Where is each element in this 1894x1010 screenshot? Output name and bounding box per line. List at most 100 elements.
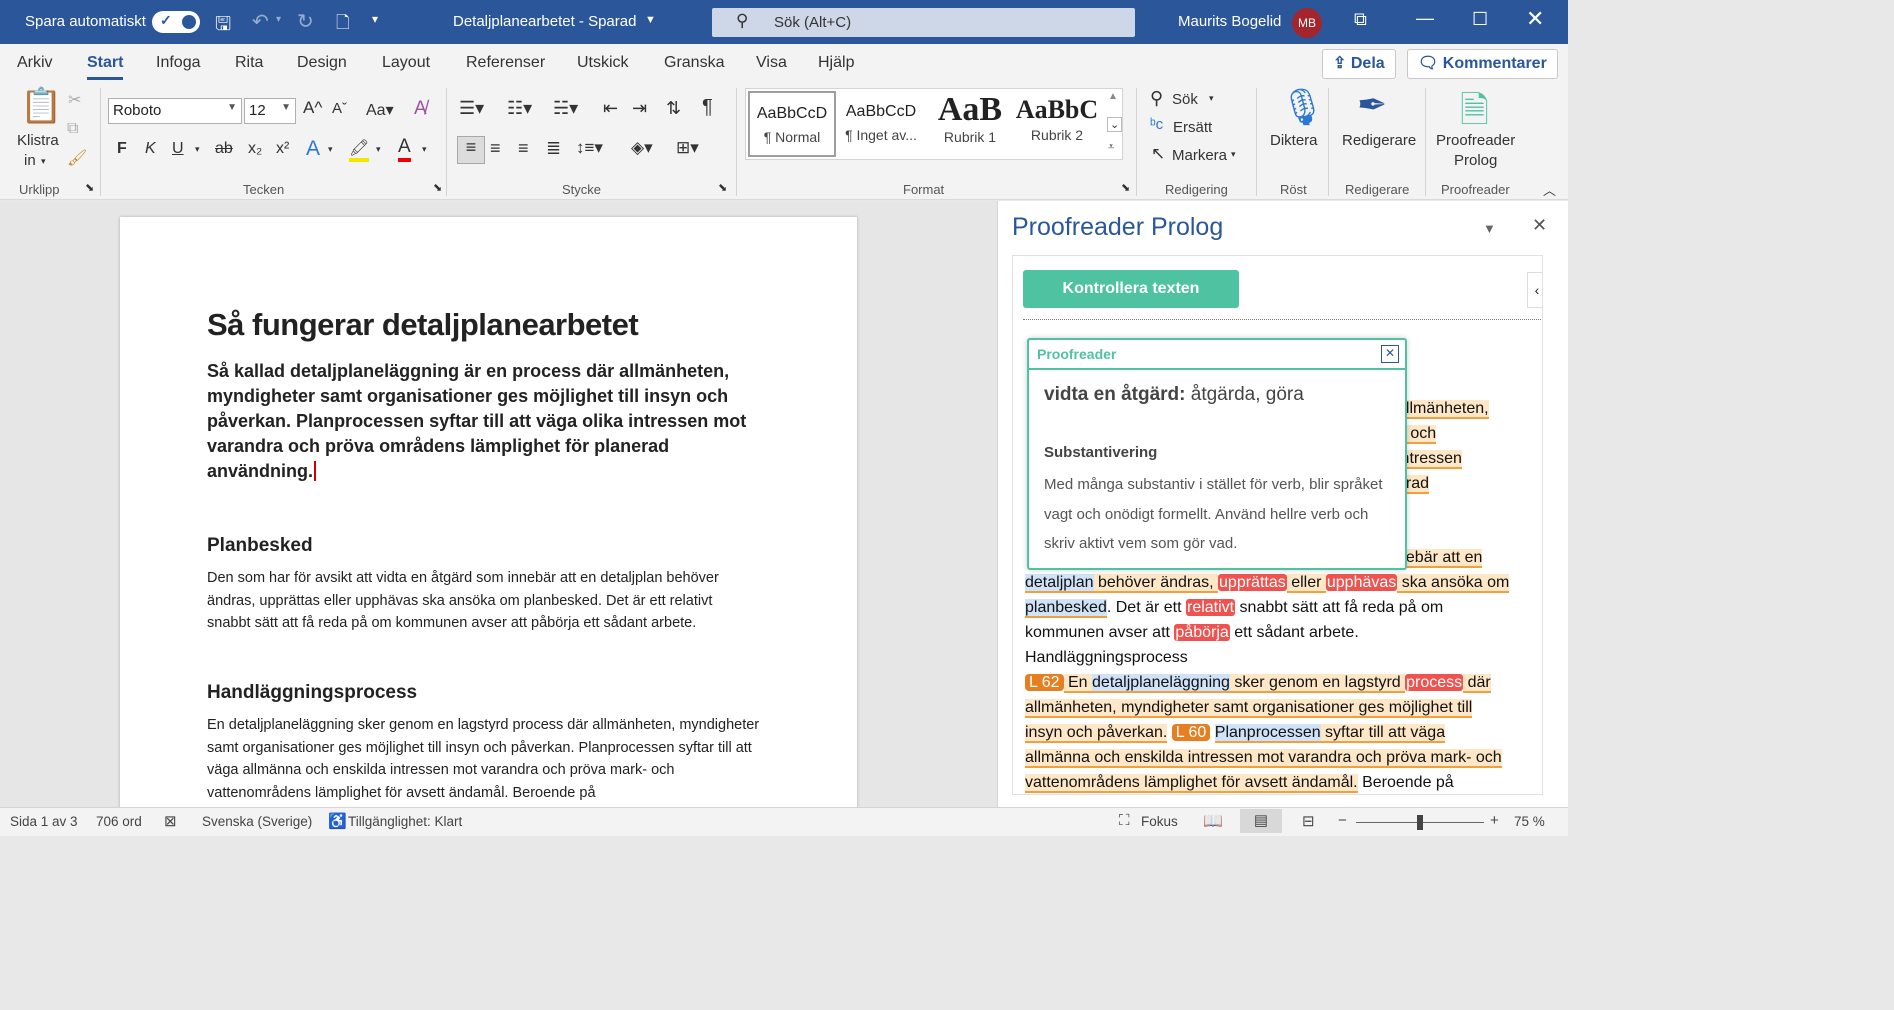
- strikethrough-icon[interactable]: ab: [215, 140, 233, 158]
- editor-label[interactable]: Redigerare: [1342, 132, 1416, 149]
- underline-dropdown-icon[interactable]: ▾: [195, 144, 200, 155]
- suggestion-replacement[interactable]: åtgärda, göra: [1191, 384, 1304, 405]
- borders-icon[interactable]: ⊞▾: [676, 138, 699, 158]
- paragraph-planbesked[interactable]: Den som har för avsikt att vidta en åtgä…: [207, 567, 757, 635]
- replace-label[interactable]: Ersätt: [1173, 119, 1212, 136]
- microphone-icon[interactable]: 🎙: [1280, 86, 1326, 128]
- accessibility-status[interactable]: Tillgänglighet: Klart: [348, 814, 462, 829]
- gallery-more-icon[interactable]: ⩡: [1108, 141, 1114, 154]
- bold-button[interactable]: F: [117, 140, 127, 158]
- styles-launcher-icon[interactable]: ⬊: [1121, 181, 1130, 194]
- tab-design[interactable]: Design: [297, 54, 347, 72]
- font-size-combo[interactable]: 12 ▼: [244, 98, 296, 124]
- tab-start[interactable]: Start: [87, 54, 124, 80]
- align-center-icon[interactable]: ≡: [490, 138, 501, 159]
- align-right-icon[interactable]: ≡: [518, 138, 529, 159]
- collapse-panel-icon[interactable]: ‹: [1527, 272, 1542, 308]
- ribbon-display-icon[interactable]: ⧉: [1354, 9, 1367, 30]
- web-layout-icon[interactable]: ⊟: [1302, 812, 1315, 830]
- highlight-wordy[interactable]: insyn och påverkan.: [1025, 724, 1168, 743]
- pane-options-icon[interactable]: ▼: [1483, 221, 1496, 236]
- select-label[interactable]: Markera: [1172, 147, 1227, 164]
- font-color-dropdown-icon[interactable]: ▾: [422, 144, 427, 155]
- increase-indent-icon[interactable]: ⇥: [632, 98, 647, 119]
- redo-icon[interactable]: ↻: [297, 9, 314, 34]
- shading-icon[interactable]: ◈▾: [631, 138, 653, 158]
- gallery-down-icon[interactable]: ⌄: [1107, 117, 1123, 132]
- highlight-term[interactable]: detaljplan: [1025, 574, 1094, 593]
- read-mode-icon[interactable]: 📖: [1203, 811, 1223, 831]
- page-count[interactable]: Sida 1 av 3: [10, 814, 78, 829]
- tab-arkiv[interactable]: Arkiv: [17, 54, 53, 72]
- focus-icon[interactable]: ⛶: [1119, 812, 1130, 829]
- shrink-font-icon[interactable]: Aˇ: [332, 100, 347, 117]
- zoom-level[interactable]: 75 %: [1514, 814, 1545, 829]
- italic-button[interactable]: K: [145, 140, 156, 158]
- highlight-wordy[interactable]: eller: [1286, 574, 1326, 593]
- readability-badge[interactable]: L 62: [1025, 674, 1064, 691]
- save-icon[interactable]: 🖫: [215, 10, 231, 42]
- highlight-wordy[interactable]: allmänheten, myndigheter samt organisati…: [1025, 699, 1473, 718]
- comments-button[interactable]: 🗨 Kommentarer: [1407, 49, 1558, 79]
- new-document-icon[interactable]: 🗋: [336, 10, 350, 39]
- proofreader-label[interactable]: Proofreader: [1436, 132, 1515, 149]
- tab-utskick[interactable]: Utskick: [577, 54, 629, 72]
- highlight-error[interactable]: relativt: [1185, 599, 1236, 616]
- highlight-wordy[interactable]: nebär att en: [1397, 549, 1483, 568]
- zoom-slider[interactable]: [1356, 815, 1484, 830]
- paste-label-2[interactable]: in: [24, 152, 36, 169]
- document-canvas[interactable]: Så fungerar detaljplanearbetet Så kallad…: [0, 201, 997, 807]
- highlight-term[interactable]: planbesked: [1025, 599, 1107, 618]
- undo-dropdown-icon[interactable]: ▾: [276, 14, 281, 25]
- decrease-indent-icon[interactable]: ⇤: [603, 98, 618, 119]
- heading-handlaggning[interactable]: Handläggningsprocess: [207, 682, 777, 704]
- heading-planbesked[interactable]: Planbesked: [207, 535, 777, 557]
- find-icon[interactable]: ⚲: [1150, 88, 1163, 109]
- highlight-wordy[interactable]: En: [1063, 674, 1093, 693]
- proofreader-content[interactable]: Kontrollera texten ‹ allmänheten, n och …: [1012, 255, 1543, 795]
- grow-font-icon[interactable]: A^: [303, 98, 322, 118]
- gallery-up-icon[interactable]: ▲: [1108, 91, 1118, 102]
- show-paragraph-marks-icon[interactable]: ¶: [702, 96, 713, 119]
- autosave-toggle[interactable]: ✓: [152, 11, 200, 33]
- find-label[interactable]: Sök: [1172, 91, 1198, 108]
- style-normal[interactable]: AaBbCcD ¶ Normal: [748, 91, 836, 157]
- select-dropdown-icon[interactable]: ▾: [1231, 149, 1236, 160]
- pane-close-icon[interactable]: ✕: [1532, 215, 1547, 236]
- tab-layout[interactable]: Layout: [382, 54, 430, 72]
- word-count[interactable]: 706 ord: [96, 814, 142, 829]
- style-heading-1[interactable]: AaB Rubrik 1: [926, 91, 1014, 157]
- bullets-icon[interactable]: ☰▾: [459, 98, 484, 119]
- highlight-error[interactable]: upphävas: [1325, 574, 1398, 591]
- highlight-wordy[interactable]: allmänna och enskilda intressen mot vara…: [1025, 749, 1502, 768]
- highlight-wordy[interactable]: vattenområdens lämplighet för avsett änd…: [1025, 774, 1358, 793]
- document-title[interactable]: Så fungerar detaljplanearbetet: [207, 307, 777, 343]
- highlight-wordy[interactable]: allmänheten,: [1397, 400, 1489, 419]
- line-spacing-icon[interactable]: ↕≡▾: [576, 138, 603, 158]
- maximize-icon[interactable]: ☐: [1472, 9, 1488, 30]
- tab-rita[interactable]: Rita: [235, 54, 263, 72]
- tab-infoga[interactable]: Infoga: [156, 54, 200, 72]
- font-color-icon[interactable]: A: [398, 136, 411, 162]
- check-text-button[interactable]: Kontrollera texten: [1023, 270, 1239, 308]
- highlight-error[interactable]: påbörja: [1174, 624, 1230, 641]
- dictate-label[interactable]: Diktera: [1270, 132, 1318, 149]
- paragraph-handlaggning[interactable]: En detaljplaneläggning sker genom en lag…: [207, 714, 767, 804]
- style-heading-2[interactable]: AaBbC Rubrik 2: [1014, 91, 1100, 157]
- text-effects-icon[interactable]: A: [306, 137, 320, 161]
- change-case-icon[interactable]: Aa▾: [366, 100, 394, 120]
- user-name[interactable]: Maurits Bogelid: [1178, 13, 1281, 30]
- highlight-error[interactable]: upprättas: [1218, 574, 1287, 591]
- highlight-wordy[interactable]: syftar till att väga: [1320, 724, 1446, 743]
- replace-icon[interactable]: ᵇc: [1150, 116, 1163, 133]
- zoom-in-icon[interactable]: +: [1490, 812, 1499, 829]
- numbering-icon[interactable]: ☷▾: [507, 98, 532, 119]
- format-painter-icon[interactable]: 🖌: [67, 148, 87, 168]
- print-layout-icon[interactable]: ▤: [1240, 809, 1282, 833]
- tab-hjalp[interactable]: Hjälp: [818, 54, 854, 72]
- paste-dropdown-icon[interactable]: ▾: [41, 156, 46, 167]
- zoom-slider-thumb[interactable]: [1417, 815, 1423, 830]
- underline-button[interactable]: U: [172, 140, 184, 158]
- document-page[interactable]: Så fungerar detaljplanearbetet Så kallad…: [120, 217, 857, 807]
- justify-icon[interactable]: ≣: [546, 138, 561, 159]
